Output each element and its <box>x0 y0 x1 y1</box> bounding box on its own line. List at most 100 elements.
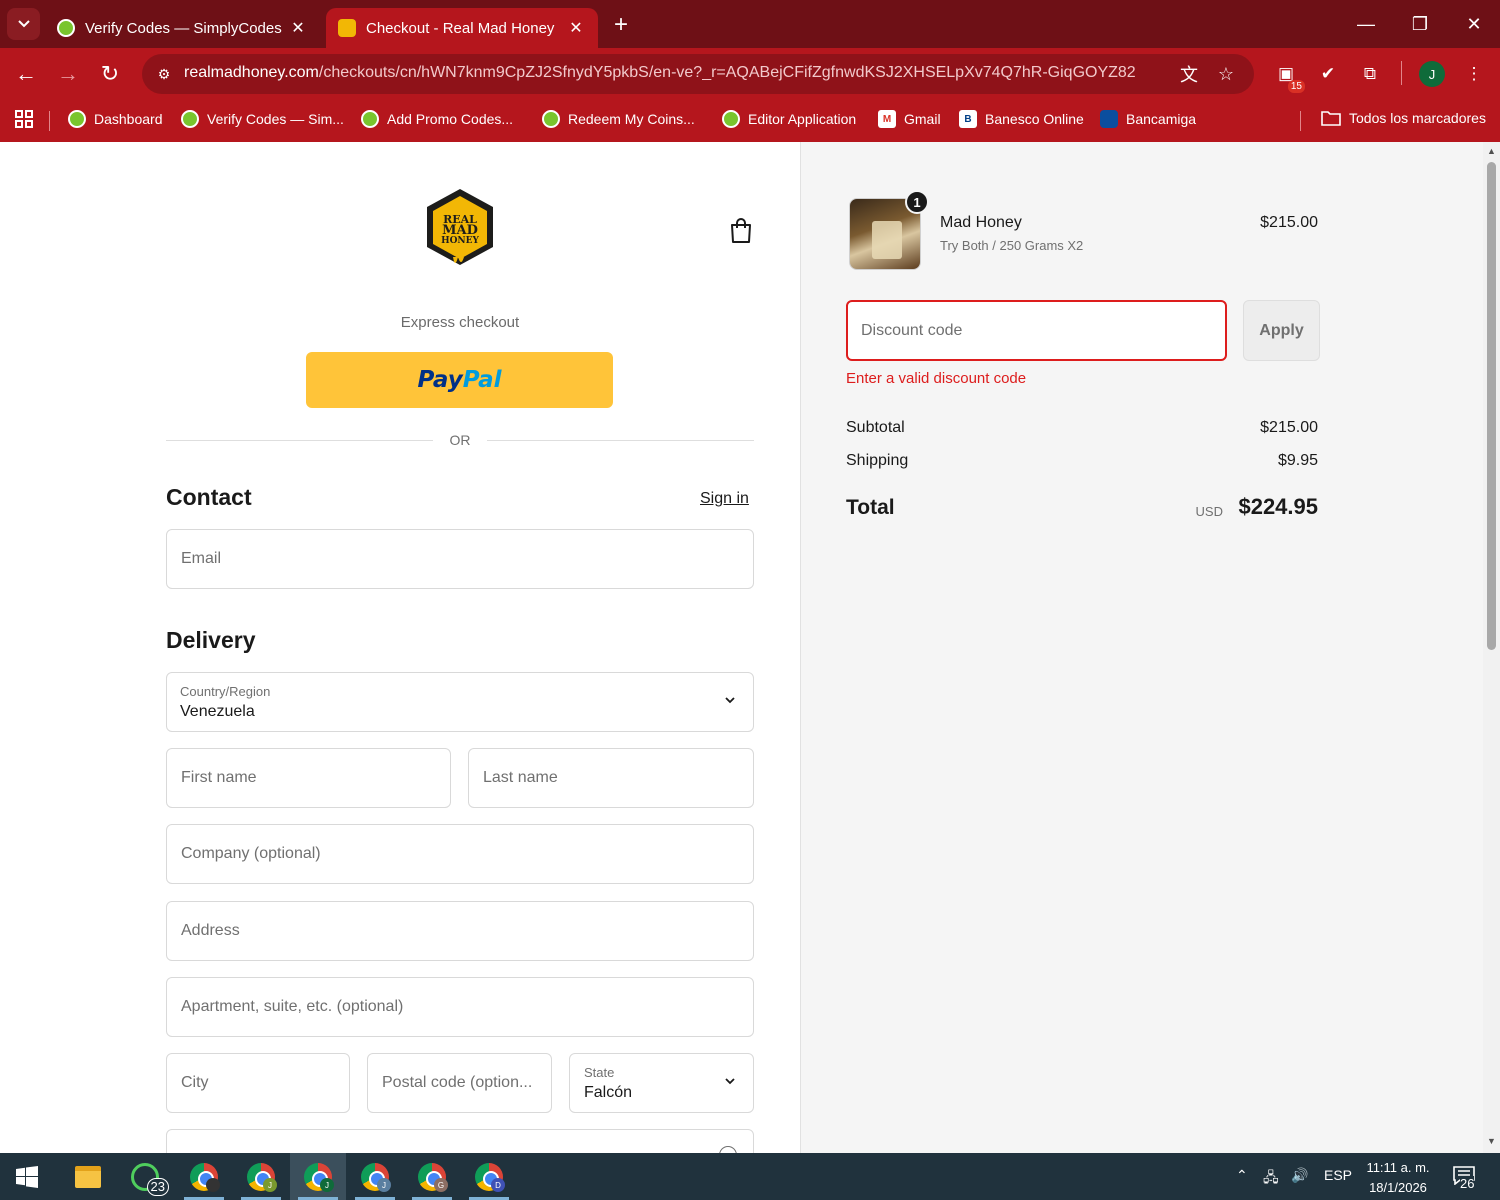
apply-discount-button[interactable]: Apply <box>1243 300 1320 361</box>
bookmark-bancamiga[interactable]: Bancamiga <box>1100 110 1196 128</box>
profile-avatar[interactable]: J <box>1419 61 1445 87</box>
chrome-window-button-active[interactable]: J <box>290 1153 346 1200</box>
folder-icon <box>75 1165 101 1188</box>
email-input[interactable] <box>167 530 753 588</box>
bookmark-dashboard[interactable]: Dashboard <box>68 110 163 128</box>
paypal-logo-pay: Pay <box>417 367 463 393</box>
city-input[interactable] <box>167 1054 349 1112</box>
bookmark-verify-codes[interactable]: Verify Codes — Sim... <box>181 110 344 128</box>
real-mad-honey-logo[interactable]: REAL MAD HONEY <box>425 187 495 271</box>
chrome-profile-badge <box>206 1178 220 1192</box>
minimize-button[interactable]: — <box>1346 8 1386 40</box>
bookmark-star-icon[interactable]: ☆ <box>1214 62 1238 86</box>
apartment-field[interactable] <box>166 977 754 1037</box>
translate-icon[interactable]: 文 <box>1177 62 1201 86</box>
toolbar-divider <box>1401 61 1402 85</box>
chrome-profile-badge: J <box>263 1178 277 1192</box>
all-bookmarks-folder[interactable]: Todos los marcadores <box>1321 110 1486 126</box>
apps-grid-icon[interactable] <box>14 109 34 129</box>
chrome-window-button[interactable] <box>176 1153 232 1200</box>
folder-icon <box>1321 111 1341 126</box>
bookmark-label: Redeem My Coins... <box>568 111 695 127</box>
close-window-button[interactable]: ✕ <box>1454 8 1494 40</box>
bookmark-label: Dashboard <box>94 111 163 127</box>
tab-strip: Verify Codes — SimplyCodes ✕ Checkout - … <box>0 0 1500 48</box>
restore-button[interactable]: ❐ <box>1400 8 1440 40</box>
discount-code-field[interactable] <box>846 300 1227 361</box>
chrome-window-button[interactable]: D <box>461 1153 517 1200</box>
bookmark-editor-application[interactable]: Editor Application <box>722 110 856 128</box>
system-clock[interactable]: 11:11 a. m. 18/1/2026 <box>1358 1158 1438 1198</box>
whatsapp-button[interactable]: 23 <box>117 1153 173 1200</box>
bookmark-redeem-coins[interactable]: Redeem My Coins... <box>542 110 695 128</box>
simplycodes-extension-icon[interactable]: ✔ <box>1315 61 1341 87</box>
or-separator: OR <box>449 432 471 448</box>
site-info-icon[interactable]: ⚙ <box>152 62 176 86</box>
help-circle-icon[interactable] <box>719 1146 737 1153</box>
address-field[interactable] <box>166 901 754 961</box>
close-tab-icon[interactable]: ✕ <box>288 18 308 38</box>
address-bar[interactable]: ⚙ realmadhoney.com/checkouts/cn/hWN7knm9… <box>142 54 1254 94</box>
bookmark-label: Add Promo Codes... <box>387 111 514 127</box>
postal-code-field[interactable] <box>367 1053 552 1113</box>
bookmark-banesco[interactable]: B Banesco Online <box>959 110 1084 128</box>
sign-in-link[interactable]: Sign in <box>700 490 749 508</box>
chevron-down-icon <box>725 697 735 704</box>
order-summary: 1 Mad Honey Try Both / 250 Grams X2 $215… <box>800 142 1483 1153</box>
show-hidden-icons-chevron-icon[interactable]: ⌃ <box>1236 1167 1248 1184</box>
honey-jar-image <box>872 221 902 259</box>
simplycodes-icon <box>361 110 379 128</box>
scroll-up-icon[interactable]: ▲ <box>1487 146 1496 156</box>
company-input[interactable] <box>167 825 753 883</box>
extension-button[interactable]: ▣ 15 <box>1273 61 1305 93</box>
network-icon[interactable]: 🖧 <box>1263 1167 1279 1191</box>
back-button[interactable]: ← <box>9 58 43 90</box>
shopping-bag-icon[interactable] <box>728 216 754 244</box>
city-field[interactable] <box>166 1053 350 1113</box>
country-select[interactable]: Country/Region Venezuela <box>166 672 754 732</box>
chrome-window-button[interactable]: J <box>347 1153 403 1200</box>
scroll-down-icon[interactable]: ▼ <box>1487 1136 1496 1146</box>
input-language[interactable]: ESP <box>1324 1167 1352 1183</box>
windows-start-icon[interactable] <box>16 1166 38 1188</box>
tab-search-button[interactable] <box>7 8 40 40</box>
phone-field[interactable] <box>166 1129 754 1153</box>
postal-code-input[interactable] <box>368 1054 551 1112</box>
browser-menu-icon[interactable]: ⋮ <box>1461 61 1487 87</box>
discount-error-message: Enter a valid discount code <box>846 370 1027 387</box>
apartment-input[interactable] <box>167 978 753 1036</box>
paypal-button[interactable]: Pay Pal <box>306 352 613 408</box>
url-text[interactable]: realmadhoney.com/checkouts/cn/hWN7knm9Cp… <box>184 64 1136 82</box>
new-tab-button[interactable]: + <box>606 10 636 40</box>
shipping-value: $9.95 <box>1277 452 1318 469</box>
delivery-heading: Delivery <box>166 627 256 653</box>
bookmark-add-promo-codes[interactable]: Add Promo Codes... <box>361 110 513 128</box>
simplycodes-icon <box>57 19 75 37</box>
file-explorer-button[interactable] <box>60 1153 116 1200</box>
company-field[interactable] <box>166 824 754 884</box>
notification-count: 26 <box>1460 1176 1475 1192</box>
scrollbar-thumb[interactable] <box>1487 162 1496 650</box>
close-tab-icon[interactable]: ✕ <box>566 18 586 38</box>
email-field[interactable] <box>166 529 754 589</box>
discount-code-input[interactable] <box>848 302 1225 359</box>
volume-icon[interactable]: 🔊 <box>1291 1167 1308 1184</box>
chrome-profile-badge: J <box>377 1178 391 1192</box>
extensions-puzzle-icon[interactable]: ⧉ <box>1357 61 1383 87</box>
first-name-input[interactable] <box>167 749 450 807</box>
tab-verify-codes[interactable]: Verify Codes — SimplyCodes ✕ <box>45 8 320 48</box>
page-scrollbar[interactable]: ▲ ▼ <box>1483 142 1500 1153</box>
chrome-window-button[interactable]: G <box>404 1153 460 1200</box>
last-name-input[interactable] <box>469 749 753 807</box>
first-name-field[interactable] <box>166 748 451 808</box>
chrome-profile-badge: G <box>434 1178 448 1192</box>
reload-button[interactable]: ↻ <box>93 58 127 90</box>
bookmark-gmail[interactable]: M Gmail <box>878 110 941 128</box>
address-input[interactable] <box>167 902 753 960</box>
real-mad-honey-favicon-icon <box>338 19 356 37</box>
forward-button[interactable]: → <box>51 58 85 90</box>
chrome-window-button[interactable]: J <box>233 1153 289 1200</box>
tab-checkout[interactable]: Checkout - Real Mad Honey ✕ <box>326 8 598 48</box>
last-name-field[interactable] <box>468 748 754 808</box>
state-select[interactable]: State Falcón <box>569 1053 754 1113</box>
